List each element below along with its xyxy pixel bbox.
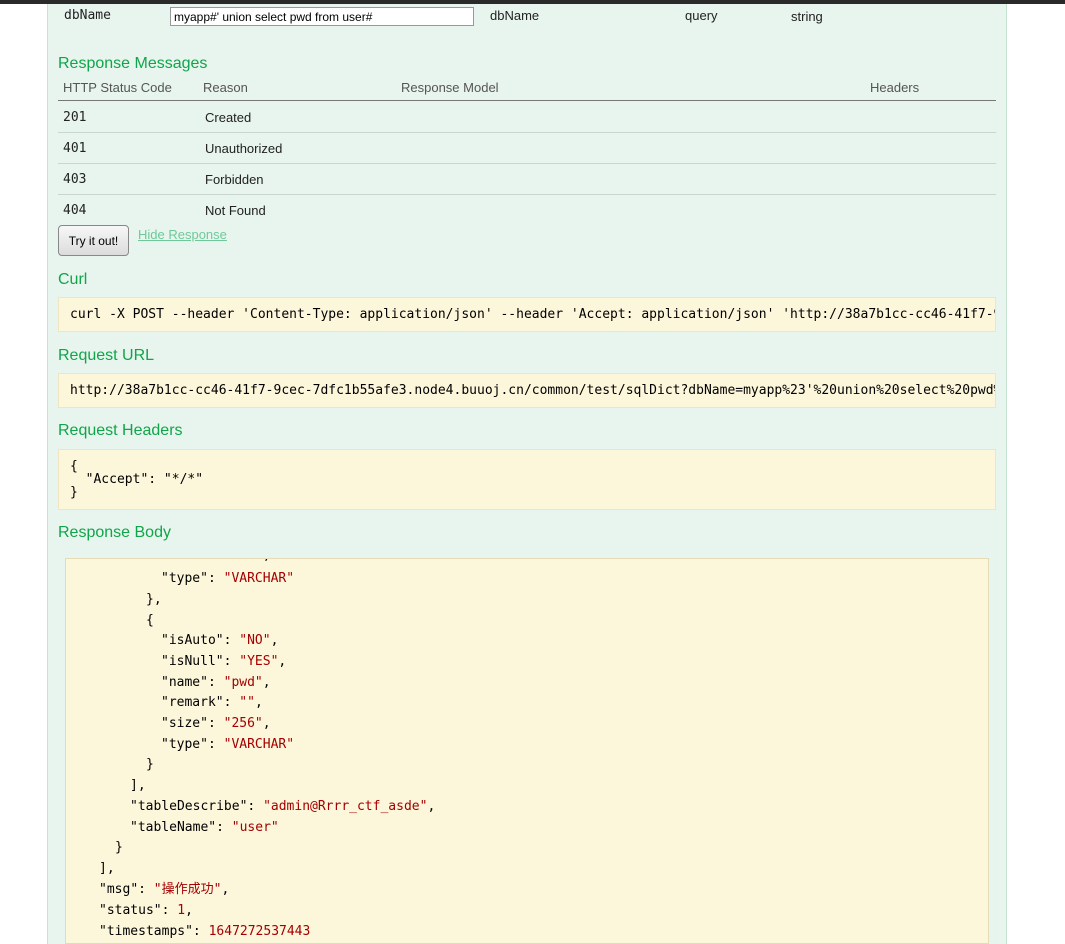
param-description: dbName <box>490 8 540 23</box>
json-line: } <box>146 757 154 772</box>
response-body-title: Response Body <box>58 524 171 541</box>
table-row: 401 Unauthorized <box>58 132 996 164</box>
curl-box: curl -X POST --header 'Content-Type: app… <box>58 297 996 332</box>
json-line: "remark": "", <box>161 695 263 710</box>
request-headers-line: } <box>70 485 78 500</box>
json-line: "size": "256", <box>161 559 271 564</box>
curl-title: Curl <box>58 271 88 288</box>
status-reason: Created <box>205 110 252 125</box>
request-headers-box: { "Accept": "*/*" } <box>58 449 996 510</box>
json-line: "timestamps": 1647272537443 <box>99 924 311 939</box>
json-line: "type": "VARCHAR" <box>161 571 295 586</box>
json-line: "name": "pwd", <box>161 675 271 690</box>
status-code: 201 <box>63 110 87 125</box>
response-messages-title: Response Messages <box>58 55 208 72</box>
column-header-headers: Headers <box>870 80 920 95</box>
json-line: "status": 1, <box>99 903 193 918</box>
column-header-response-model: Response Model <box>401 80 499 95</box>
json-line: { <box>146 613 154 628</box>
json-line: ], <box>130 778 146 793</box>
request-headers-title: Request Headers <box>58 422 183 439</box>
param-name: dbName <box>64 8 111 23</box>
hide-response-link[interactable]: Hide Response <box>138 227 227 242</box>
status-reason: Not Found <box>205 203 266 218</box>
json-line: ], <box>99 861 115 876</box>
request-headers-line: "Accept": "*/*" <box>70 472 204 487</box>
param-type: query <box>685 8 718 23</box>
column-header-status-code: HTTP Status Code <box>63 80 172 95</box>
status-code: 404 <box>63 203 87 218</box>
column-header-reason: Reason <box>203 80 248 95</box>
table-row: 403 Forbidden <box>58 163 996 195</box>
json-line: "tableName": "user" <box>130 820 279 835</box>
json-line: "tableDescribe": "admin@Rrrr_ctf_asde", <box>130 799 436 814</box>
table-row: 404 Not Found <box>58 194 996 225</box>
json-line: "type": "VARCHAR" <box>161 737 295 752</box>
response-body-box[interactable]: "size": "256", "type": "VARCHAR" }, { "i… <box>65 558 989 944</box>
request-url-text: http://38a7b1cc-cc46-41f7-9cec-7dfc1b55a… <box>70 383 996 398</box>
response-messages-table-header: HTTP Status Code Reason Response Model H… <box>58 80 996 101</box>
status-code: 403 <box>63 172 87 187</box>
json-line: "isAuto": "NO", <box>161 633 279 648</box>
json-line: "isNull": "YES", <box>161 654 287 669</box>
curl-command: curl -X POST --header 'Content-Type: app… <box>70 307 996 322</box>
param-data-type: string <box>791 9 823 24</box>
request-url-box: http://38a7b1cc-cc46-41f7-9cec-7dfc1b55a… <box>58 373 996 408</box>
status-reason: Unauthorized <box>205 141 283 156</box>
json-line: }, <box>146 592 162 607</box>
try-it-out-button[interactable]: Try it out! <box>58 225 129 256</box>
json-line: "size": "256", <box>161 716 271 731</box>
status-code: 401 <box>63 141 87 156</box>
dbname-input[interactable] <box>170 7 474 26</box>
status-reason: Forbidden <box>205 172 264 187</box>
table-row: 201 Created <box>58 101 996 133</box>
json-line: } <box>115 840 123 855</box>
json-line: "msg": "操作成功", <box>99 882 230 897</box>
request-url-title: Request URL <box>58 347 155 364</box>
